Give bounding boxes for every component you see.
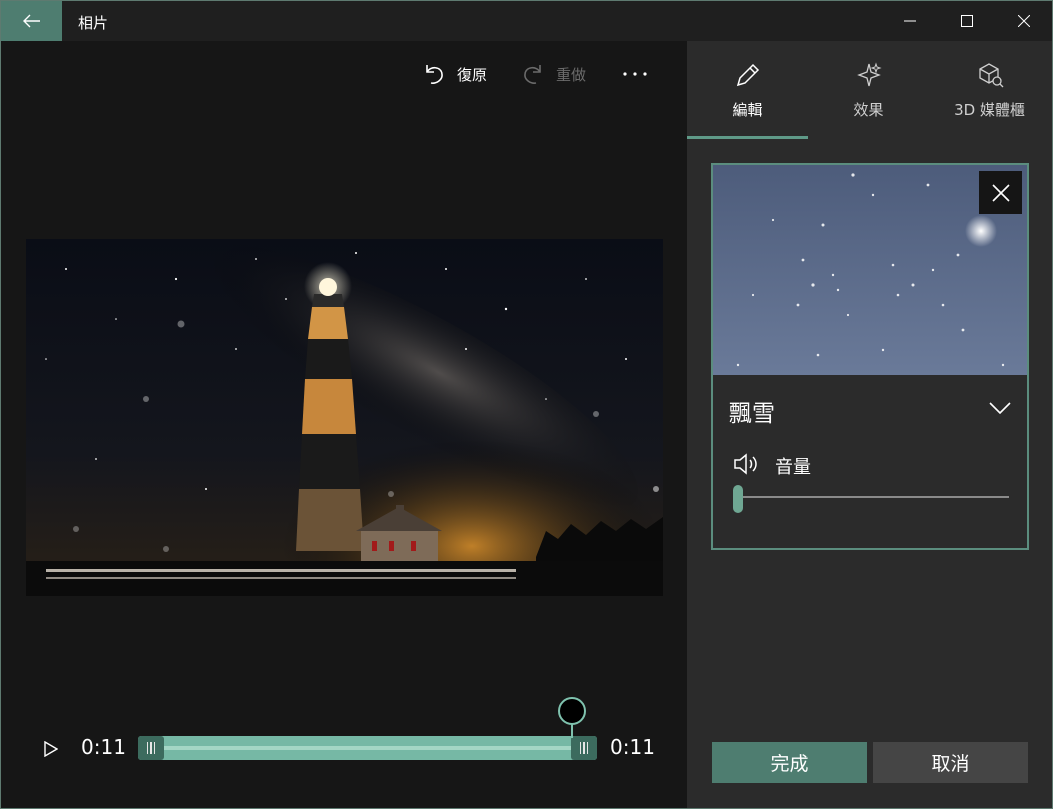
tab-edit[interactable]: 編輯 (687, 41, 808, 139)
effect-thumbnail (713, 165, 1027, 375)
current-time: 0:11 (81, 735, 126, 759)
minimize-button[interactable] (881, 1, 939, 41)
undo-icon (426, 65, 443, 84)
more-options-button[interactable] (613, 59, 657, 89)
volume-icon (734, 453, 757, 475)
maximize-icon (961, 15, 973, 27)
active-tab-indicator (687, 136, 808, 139)
minimize-icon (904, 20, 916, 22)
lighthouse-night-image (26, 239, 663, 596)
more-icon (623, 72, 647, 76)
playhead-stem (571, 724, 573, 738)
timeline-track[interactable] (138, 736, 597, 760)
trim-end-handle[interactable] (571, 736, 597, 760)
effect-name: 飄雪 (729, 401, 775, 427)
edit-panel: 編輯 效果 3D 媒體櫃 飄雪 音量 完成 取消 (687, 41, 1052, 808)
video-preview[interactable] (26, 239, 663, 596)
play-icon (44, 741, 58, 757)
editor-area: 復原 重做 0:11 0:11 (1, 41, 687, 808)
close-icon (991, 183, 1010, 202)
back-button[interactable] (1, 1, 62, 41)
tab-edit-label: 編輯 (732, 101, 763, 119)
cube-icon (978, 63, 1003, 88)
done-button[interactable]: 完成 (712, 742, 867, 783)
chevron-down-icon (989, 402, 1011, 414)
undo-button[interactable]: 復原 (421, 59, 487, 89)
redo-button[interactable]: 重做 (520, 59, 586, 89)
close-window-button[interactable] (995, 1, 1052, 41)
effect-dropdown-button[interactable] (983, 391, 1017, 425)
trim-start-handle[interactable] (138, 736, 164, 760)
tab-effects-label: 效果 (853, 101, 884, 119)
play-button[interactable] (39, 737, 63, 761)
playback-controls: 0:11 0:11 (1, 691, 687, 808)
playhead-knob[interactable] (558, 697, 586, 725)
tab-3d-library-label: 3D 媒體櫃 (954, 101, 1025, 119)
undo-label: 復原 (457, 65, 488, 84)
app-title: 相片 (78, 14, 109, 32)
redo-label: 重做 (556, 65, 587, 84)
end-time: 0:11 (610, 735, 655, 759)
title-bar: 相片 (1, 1, 1052, 41)
volume-slider[interactable] (733, 485, 1009, 513)
remove-effect-button[interactable] (979, 171, 1022, 214)
close-window-icon (1018, 15, 1030, 27)
volume-slider-rail (733, 496, 1009, 498)
photos-window: 相片 復原 重做 0:11 0:11 編輯 效果 3D 媒體櫃 飄雪 音量 完成… (0, 0, 1053, 809)
cancel-button[interactable]: 取消 (873, 742, 1028, 783)
effect-card: 飄雪 音量 (711, 163, 1029, 550)
arrow-left-icon (22, 14, 40, 28)
volume-slider-thumb[interactable] (733, 485, 743, 513)
sparkle-icon (856, 62, 882, 87)
volume-label: 音量 (775, 457, 811, 478)
tab-3d-library[interactable]: 3D 媒體櫃 (929, 41, 1050, 139)
maximize-button[interactable] (938, 1, 996, 41)
tab-effects[interactable]: 效果 (808, 41, 929, 139)
redo-icon (524, 65, 541, 84)
pencil-icon (736, 63, 759, 87)
